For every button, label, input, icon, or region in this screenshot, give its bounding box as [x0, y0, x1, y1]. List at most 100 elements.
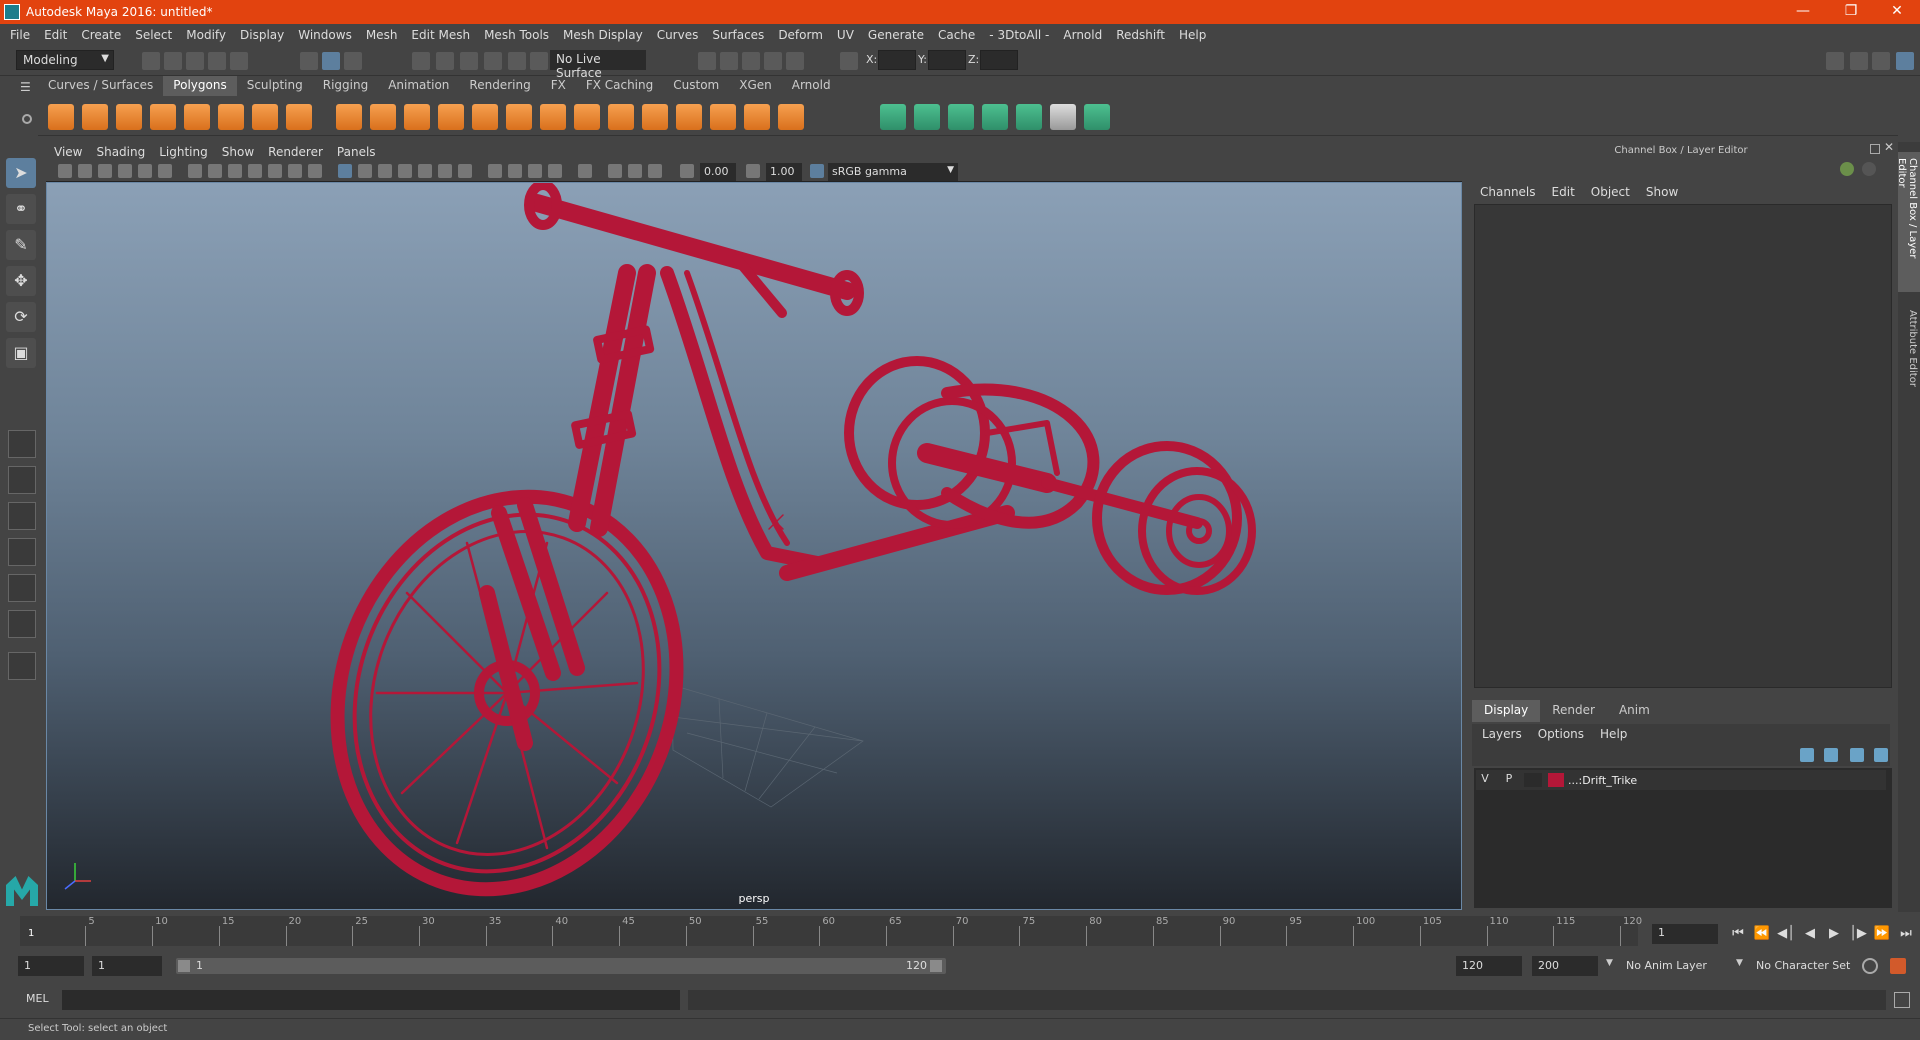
gamma-field[interactable]: 1.00	[766, 163, 802, 181]
channel-options-icon[interactable]	[1840, 162, 1854, 176]
paint-select-tool-icon[interactable]: ✎	[6, 230, 36, 260]
toggle-tool-settings-icon[interactable]	[1872, 52, 1890, 70]
playback-start-field[interactable]: 1	[92, 956, 162, 976]
menu-create[interactable]: Create	[81, 28, 121, 42]
uv-checker-icon[interactable]	[1050, 104, 1076, 130]
tab-rendering[interactable]: Rendering	[459, 76, 540, 96]
viewport-menu-shading[interactable]: Shading	[96, 145, 145, 159]
screen-space-ao-icon[interactable]	[508, 164, 522, 178]
bool-icon[interactable]	[744, 104, 770, 130]
menu-curves[interactable]: Curves	[657, 28, 699, 42]
live-surface-field[interactable]: No Live Surface	[550, 50, 646, 80]
move-layer-down-icon[interactable]	[1824, 748, 1838, 762]
snap-curve-icon[interactable]	[436, 52, 454, 70]
camera-select-icon[interactable]	[58, 164, 72, 178]
tab-curves-surfaces[interactable]: Curves / Surfaces	[38, 76, 163, 96]
render-view-icon[interactable]	[698, 52, 716, 70]
mel-label[interactable]: MEL	[26, 992, 49, 1005]
xray-active-icon[interactable]	[608, 164, 622, 178]
poly-sphere-icon[interactable]	[48, 104, 74, 130]
go-to-end-icon[interactable]: ⏭	[1896, 924, 1916, 944]
menu-edit-mesh[interactable]: Edit Mesh	[411, 28, 470, 42]
menu-mesh-tools[interactable]: Mesh Tools	[484, 28, 549, 42]
step-back-key-icon[interactable]: ◀│	[1776, 924, 1796, 944]
snap-view-icon[interactable]	[484, 52, 502, 70]
ipr-render-icon[interactable]	[742, 52, 760, 70]
viewport-menu-panels[interactable]: Panels	[337, 145, 376, 159]
tab-attribute-editor[interactable]: Attribute Editor	[1898, 304, 1920, 404]
menu-file[interactable]: File	[10, 28, 30, 42]
uv-planar-icon[interactable]	[880, 104, 906, 130]
film-gate-icon[interactable]	[208, 164, 222, 178]
tab-arnold[interactable]: Arnold	[782, 76, 841, 96]
hypershade-icon[interactable]	[786, 52, 804, 70]
uv-layout-icon[interactable]	[1084, 104, 1110, 130]
fill-hole-icon[interactable]	[676, 104, 702, 130]
menu-arnold[interactable]: Arnold	[1063, 28, 1102, 42]
smooth-icon[interactable]	[438, 104, 464, 130]
select-tool-icon[interactable]: ➤	[6, 158, 36, 188]
step-forward-frame-icon[interactable]: ⏩	[1872, 924, 1892, 944]
workspace-icon[interactable]	[1826, 52, 1844, 70]
tab-anim[interactable]: Anim	[1607, 700, 1662, 722]
move-tool-icon[interactable]: ✥	[6, 266, 36, 296]
tab-fx-caching[interactable]: FX Caching	[576, 76, 663, 96]
z-field[interactable]	[980, 50, 1018, 70]
channel-box-area[interactable]	[1474, 204, 1892, 688]
image-plane-icon[interactable]	[118, 164, 132, 178]
menu-deform[interactable]: Deform	[778, 28, 823, 42]
viewport-menu-show[interactable]: Show	[222, 145, 254, 159]
menu-cache[interactable]: Cache	[938, 28, 975, 42]
separate-icon[interactable]	[370, 104, 396, 130]
menu-mesh[interactable]: Mesh	[366, 28, 398, 42]
poly-plane-icon[interactable]	[184, 104, 210, 130]
select-object-icon[interactable]	[322, 52, 340, 70]
viewport-persp[interactable]: persp	[46, 182, 1462, 910]
select-component-icon[interactable]	[344, 52, 362, 70]
channel-menu-channels[interactable]: Channels	[1480, 185, 1536, 199]
gate-mask-icon[interactable]	[248, 164, 262, 178]
combine-icon[interactable]	[336, 104, 362, 130]
persp-outliner-icon[interactable]	[8, 502, 36, 530]
range-slider[interactable]: 1 120	[176, 958, 946, 974]
snap-grid-icon[interactable]	[412, 52, 430, 70]
channel-menu-object[interactable]: Object	[1591, 185, 1630, 199]
time-slider[interactable]: 1 5 10 15 20 25 30 35 40 45 50 55 60 65 70 75 80 85 90 95 1…	[20, 916, 1642, 946]
layer-menu-help[interactable]: Help	[1600, 727, 1627, 741]
new-layer-from-selected-icon[interactable]	[1874, 748, 1888, 762]
float-panel-icon[interactable]	[1870, 144, 1880, 154]
color-space-dropdown[interactable]: sRGB gamma ▼	[828, 163, 958, 181]
bookmark-icon[interactable]	[98, 164, 112, 178]
snap-surface-icon[interactable]	[508, 52, 526, 70]
y-field[interactable]	[928, 50, 966, 70]
menu-edit[interactable]: Edit	[44, 28, 67, 42]
menu-3dtoall[interactable]: - 3DtoAll -	[989, 28, 1049, 42]
restore-button[interactable]: ❐	[1828, 0, 1874, 24]
multi-cut-icon[interactable]	[540, 104, 566, 130]
save-scene-icon[interactable]	[186, 52, 204, 70]
new-layer-icon[interactable]	[1850, 748, 1864, 762]
current-frame-field[interactable]: 1	[1652, 924, 1718, 944]
target-weld-icon[interactable]	[710, 104, 736, 130]
four-view-icon[interactable]	[8, 466, 36, 494]
x-field[interactable]	[878, 50, 916, 70]
layer-row[interactable]: V P ...:Drift_Trike	[1476, 770, 1886, 790]
xray-icon[interactable]	[418, 164, 432, 178]
step-forward-key-icon[interactable]: │▶	[1848, 924, 1868, 944]
persp-graph-icon[interactable]	[8, 538, 36, 566]
scene-end-field[interactable]: 200	[1532, 956, 1598, 976]
lasso-tool-icon[interactable]: ⚭	[6, 194, 36, 224]
frame-all-icon[interactable]	[628, 164, 642, 178]
shelf-menu-icon[interactable]: ☰	[20, 80, 34, 94]
shelf-settings-icon[interactable]	[22, 114, 32, 124]
motion-blur-icon[interactable]	[528, 164, 542, 178]
character-set-dropdown[interactable]: No Character Set	[1750, 956, 1874, 976]
tab-fx[interactable]: FX	[541, 76, 576, 96]
extrude-icon[interactable]	[574, 104, 600, 130]
new-scene-icon[interactable]	[142, 52, 160, 70]
layer-playback-toggle[interactable]: P	[1500, 772, 1518, 788]
scale-tool-icon[interactable]: ▣	[6, 338, 36, 368]
play-backward-icon[interactable]: ◀	[1800, 924, 1820, 944]
viewport-menu-view[interactable]: View	[54, 145, 82, 159]
layer-color-swatch[interactable]	[1548, 773, 1564, 787]
